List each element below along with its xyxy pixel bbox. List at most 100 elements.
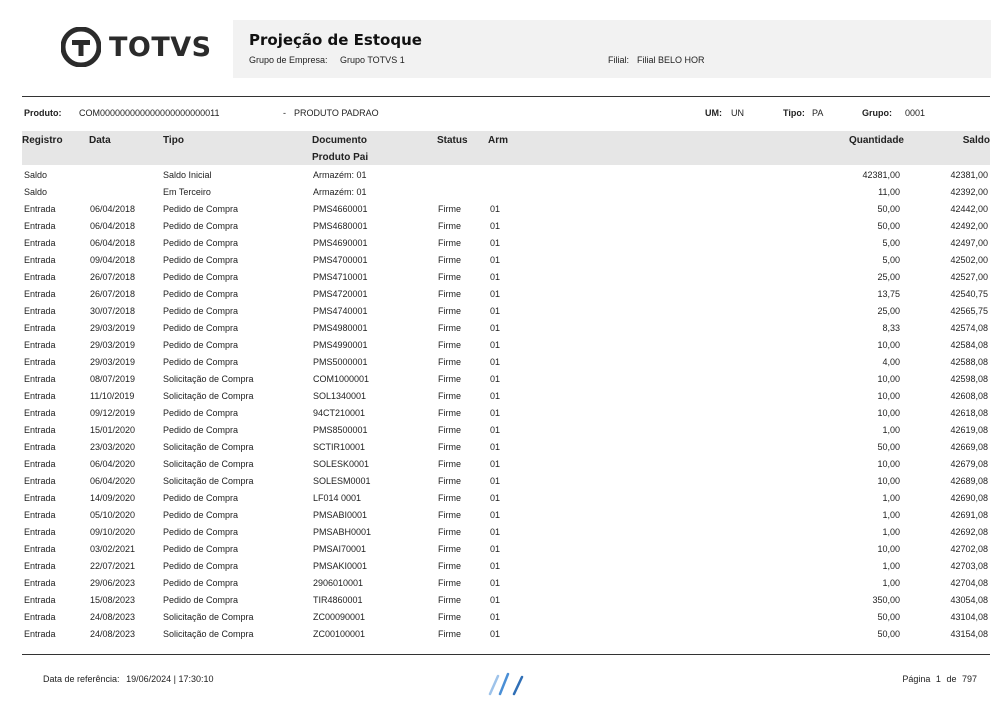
cell-documento: SOLESK0001 xyxy=(313,459,370,469)
cell-arm: 01 xyxy=(490,561,501,571)
cell-quantidade: 1,00 xyxy=(882,527,900,537)
cell-data: 29/03/2019 xyxy=(90,357,136,367)
table-row: Entrada 15/01/2020 Pedido de Compra PMS8500… xyxy=(0,421,1007,438)
cell-data: 09/04/2018 xyxy=(90,255,136,265)
cell-documento: Armazém: 01 xyxy=(313,170,367,180)
cell-saldo: 42497,00 xyxy=(950,238,988,248)
cell-saldo: 42689,08 xyxy=(950,476,988,486)
cell-status: Firme xyxy=(438,272,461,282)
cell-quantidade: 50,00 xyxy=(877,629,900,639)
grupo-label: Grupo: xyxy=(862,108,892,118)
cell-data: 05/10/2020 xyxy=(90,510,136,520)
table-row: Entrada 09/12/2019 Pedido de Compra 94CT210… xyxy=(0,404,1007,421)
table-row: Entrada 29/03/2019 Pedido de Compra PMS4980… xyxy=(0,319,1007,336)
tipo-value: PA xyxy=(812,108,824,118)
cell-tipo: Solicitação de Compra xyxy=(163,612,254,622)
cell-arm: 01 xyxy=(490,289,501,299)
table-row: Entrada 22/07/2021 Pedido de Compra PMSAKI0… xyxy=(0,557,1007,574)
cell-documento: PMS4700001 xyxy=(313,255,368,265)
cell-arm: 01 xyxy=(490,442,501,452)
cell-saldo: 43154,08 xyxy=(950,629,988,639)
cell-data: 26/07/2018 xyxy=(90,289,136,299)
cell-tipo: Pedido de Compra xyxy=(163,221,239,231)
table-row: Entrada 24/08/2023 Solicitação de Compra ZC… xyxy=(0,608,1007,625)
cell-quantidade: 10,00 xyxy=(877,476,900,486)
table-header: Registro Data Tipo Documento Produto Pai… xyxy=(22,131,990,165)
grupo-empresa-label: Grupo de Empresa: xyxy=(249,55,328,65)
cell-tipo: Pedido de Compra xyxy=(163,204,239,214)
cell-data: 15/08/2023 xyxy=(90,595,136,605)
cell-arm: 01 xyxy=(490,238,501,248)
cell-saldo: 42588,08 xyxy=(950,357,988,367)
cell-status: Firme xyxy=(438,561,461,571)
table-row: Entrada 14/09/2020 Pedido de Compra LF014 0… xyxy=(0,489,1007,506)
cell-quantidade: 50,00 xyxy=(877,221,900,231)
cell-saldo: 42598,08 xyxy=(950,374,988,384)
cell-arm: 01 xyxy=(490,255,501,265)
report-mark-icon xyxy=(488,672,524,696)
produto-code: COM000000000000000000000011 xyxy=(79,108,220,118)
cell-tipo: Pedido de Compra xyxy=(163,323,239,333)
cell-registro: Entrada xyxy=(24,221,56,231)
page-current: 1 xyxy=(935,674,941,684)
cell-saldo: 42492,00 xyxy=(950,221,988,231)
table-row: Saldo Saldo Inicial Armazém: 01 42381,00 423… xyxy=(0,166,1007,183)
table-row: Entrada 30/07/2018 Pedido de Compra PMS4740… xyxy=(0,302,1007,319)
cell-registro: Entrada xyxy=(24,357,56,367)
totvs-logo: TOTVS xyxy=(61,27,212,67)
cell-documento: PMS8500001 xyxy=(313,425,368,435)
cell-registro: Entrada xyxy=(24,493,56,503)
cell-status: Firme xyxy=(438,391,461,401)
table-row: Entrada 05/10/2020 Pedido de Compra PMSABI0… xyxy=(0,506,1007,523)
cell-registro: Saldo xyxy=(24,170,48,180)
cell-saldo: 42574,08 xyxy=(950,323,988,333)
cell-saldo: 42690,08 xyxy=(950,493,988,503)
cell-saldo: 42703,08 xyxy=(950,561,988,571)
cell-registro: Saldo xyxy=(24,187,48,197)
cell-arm: 01 xyxy=(490,391,501,401)
cell-documento: PMS4720001 xyxy=(313,289,368,299)
table-row: Entrada 09/10/2020 Pedido de Compra PMSABH0… xyxy=(0,523,1007,540)
grupo-empresa-value: Grupo TOTVS 1 xyxy=(340,55,405,65)
cell-documento: PMSABI0001 xyxy=(313,510,368,520)
cell-arm: 01 xyxy=(490,357,501,367)
cell-registro: Entrada xyxy=(24,289,56,299)
cell-arm: 01 xyxy=(490,476,501,486)
cell-quantidade: 1,00 xyxy=(882,510,900,520)
cell-status: Firme xyxy=(438,493,461,503)
cell-saldo: 42619,08 xyxy=(950,425,988,435)
table-row: Entrada 11/10/2019 Solicitação de Compra SO… xyxy=(0,387,1007,404)
cell-data: 09/12/2019 xyxy=(90,408,136,418)
cell-arm: 01 xyxy=(490,306,501,316)
cell-registro: Entrada xyxy=(24,204,56,214)
cell-quantidade: 25,00 xyxy=(877,272,900,282)
produto-name: PRODUTO PADRAO xyxy=(294,108,379,118)
cell-status: Firme xyxy=(438,612,461,622)
cell-saldo: 43104,08 xyxy=(950,612,988,622)
cell-saldo: 42565,75 xyxy=(950,306,988,316)
table-row: Entrada 24/08/2023 Solicitação de Compra ZC… xyxy=(0,625,1007,642)
cell-tipo: Solicitação de Compra xyxy=(163,459,254,469)
cell-registro: Entrada xyxy=(24,340,56,350)
table-body: Saldo Saldo Inicial Armazém: 01 42381,00 423… xyxy=(0,166,1007,642)
col-registro: Registro xyxy=(22,135,63,146)
col-arm: Arm xyxy=(488,135,509,146)
cell-status: Firme xyxy=(438,221,461,231)
filial-value: Filial BELO HOR xyxy=(637,55,705,65)
table-row: Entrada 23/03/2020 Solicitação de Compra SC… xyxy=(0,438,1007,455)
cell-data: 06/04/2020 xyxy=(90,476,136,486)
cell-arm: 01 xyxy=(490,459,501,469)
cell-registro: Entrada xyxy=(24,323,56,333)
cell-documento: PMS5000001 xyxy=(313,357,368,367)
cell-arm: 01 xyxy=(490,612,501,622)
cell-arm: 01 xyxy=(490,204,501,214)
cell-data: 11/10/2019 xyxy=(90,391,135,401)
um-label: UM: xyxy=(705,108,722,118)
cell-data: 15/01/2020 xyxy=(90,425,136,435)
cell-documento: SCTIR10001 xyxy=(313,442,366,452)
cell-tipo: Pedido de Compra xyxy=(163,340,239,350)
cell-saldo: 42692,08 xyxy=(950,527,988,537)
report-title: Projeção de Estoque xyxy=(249,31,422,49)
cell-status: Firme xyxy=(438,476,461,486)
cell-arm: 01 xyxy=(490,578,501,588)
